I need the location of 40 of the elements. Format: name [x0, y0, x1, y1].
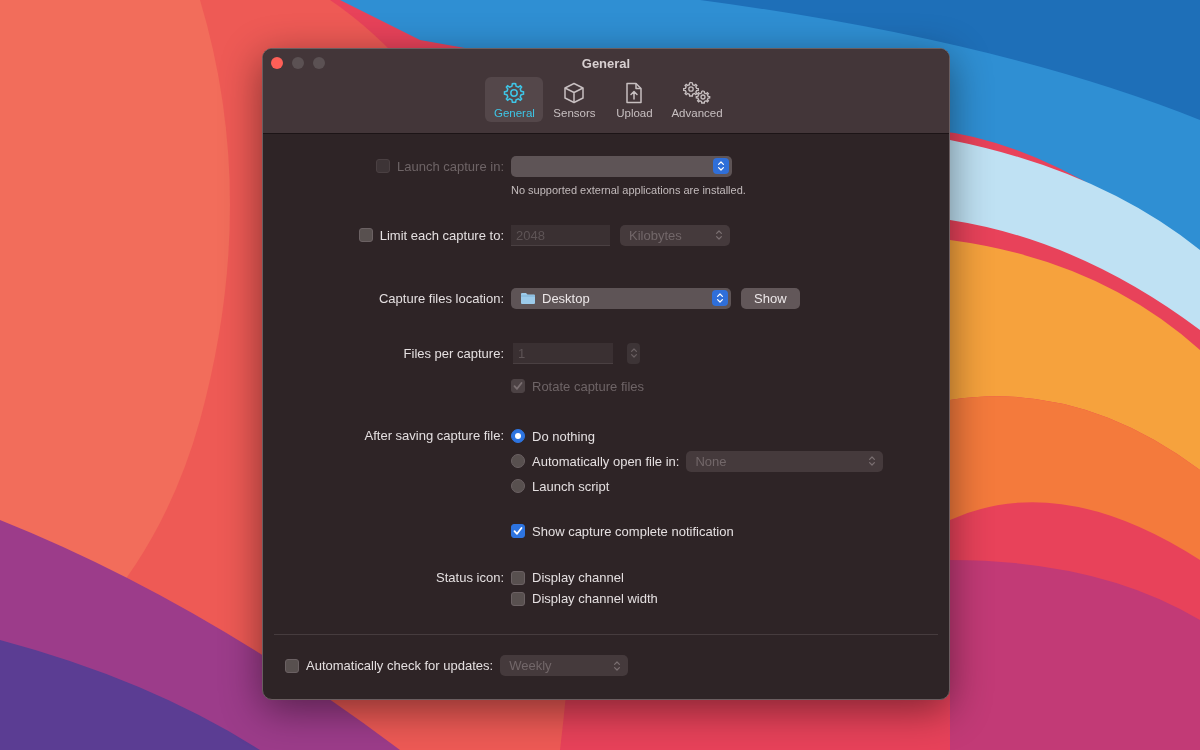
radio-button[interactable]: [511, 454, 525, 468]
checkbox-label: Show capture complete notification: [532, 523, 734, 539]
checkbox-label: Rotate capture files: [532, 378, 644, 394]
folder-icon: [520, 291, 536, 305]
checkbox[interactable]: [511, 570, 525, 585]
field-label: After saving capture file:: [364, 428, 504, 443]
zoom-button[interactable]: [313, 57, 325, 69]
gears-icon: [682, 81, 712, 105]
checkbox-label: Automatically check for updates:: [306, 658, 494, 673]
checkbox-label: Limit each capture to:: [379, 227, 504, 243]
radio-button[interactable]: [511, 479, 525, 493]
close-button[interactable]: [271, 57, 283, 69]
checkbox-label: Display channel: [532, 570, 624, 585]
radio-label: Do nothing: [532, 428, 595, 444]
checkbox-label: Display channel width: [532, 591, 658, 606]
gear-icon: [502, 81, 527, 105]
checkbox[interactable]: [511, 591, 525, 606]
chevron-icon: [712, 290, 728, 306]
field-label: Files per capture:: [403, 345, 504, 361]
checkbox[interactable]: [511, 524, 525, 538]
chevron-icon: [629, 347, 638, 359]
minimize-button[interactable]: [292, 57, 304, 69]
info-text: No supported external applications are installed.: [511, 184, 747, 196]
toolbar-tab[interactable]: Upload: [605, 77, 664, 122]
checkbox[interactable]: [285, 658, 299, 673]
checkbox[interactable]: [358, 228, 373, 242]
popup-button[interactable]: Desktop: [511, 287, 731, 309]
field-label: Capture files location:: [379, 290, 504, 306]
cube-icon: [562, 81, 587, 105]
window-title: General: [581, 55, 631, 71]
field-label: Status icon:: [436, 570, 504, 585]
checkbox-label: Launch capture in:: [397, 158, 504, 174]
show-button[interactable]: Show: [741, 287, 800, 309]
chevron-icon: [713, 158, 729, 174]
radio-button[interactable]: [511, 429, 525, 443]
radio-label: Automatically open file in:: [532, 453, 680, 469]
toolbar-tab[interactable]: Sensors: [545, 77, 604, 122]
toolbar-tab[interactable]: General: [485, 77, 544, 122]
radio-label: Launch script: [532, 478, 610, 494]
toolbar-tab[interactable]: Advanced: [665, 77, 729, 122]
